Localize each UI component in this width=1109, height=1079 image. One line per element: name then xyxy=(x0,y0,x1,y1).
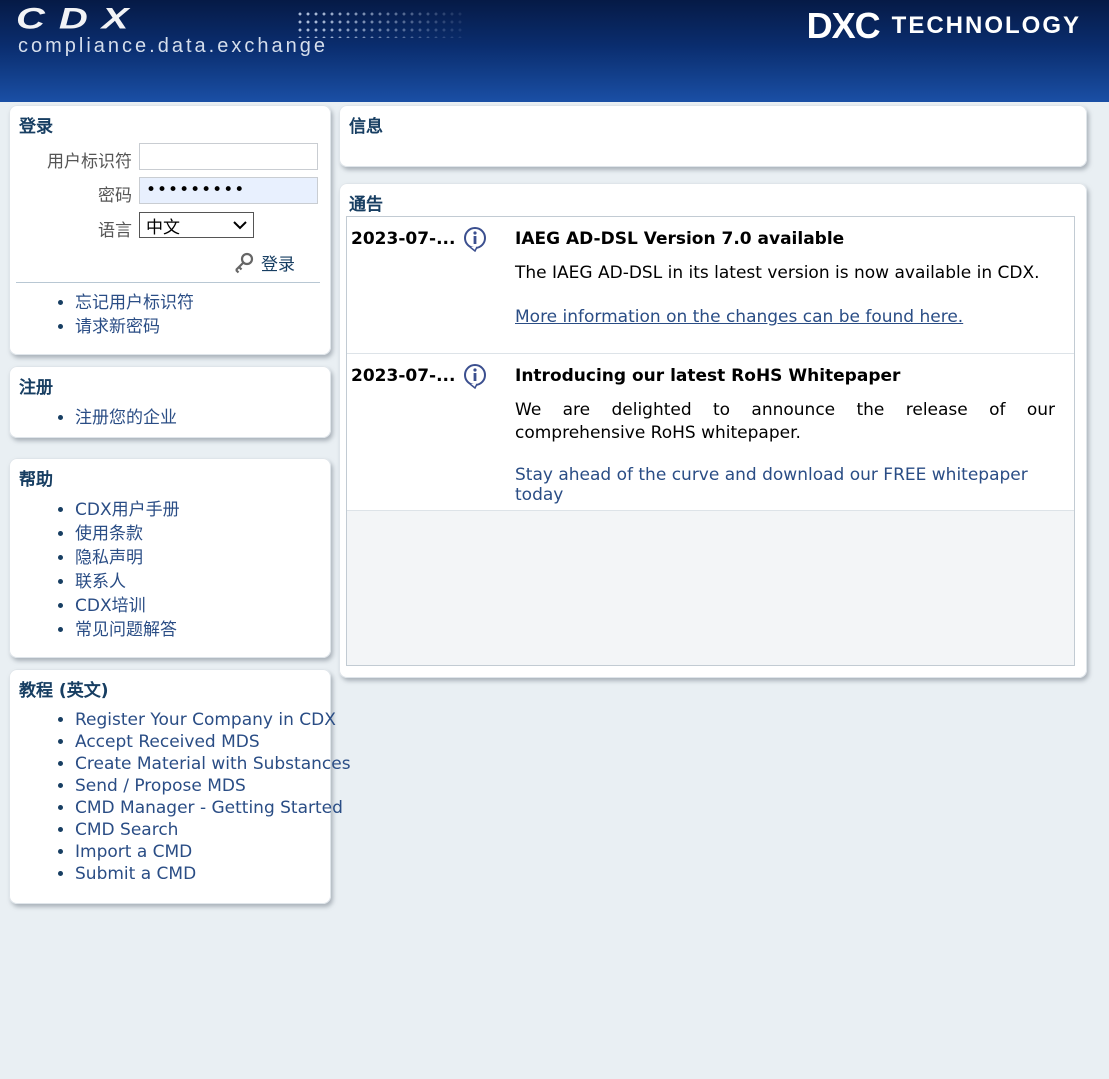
cdx-logo[interactable]: CDX compliance.data.exchange xyxy=(16,2,466,57)
tutorials-panel: 教程 (英文) Register Your Company in CDX Acc… xyxy=(9,669,351,904)
help-link-terms[interactable]: 使用条款 xyxy=(75,522,180,546)
announcement-link[interactable]: Stay ahead of the curve and download our… xyxy=(515,465,1074,505)
announcements-list: 2023-07-... IAEG AD-DSL Version 7.0 avai… xyxy=(346,216,1075,666)
password-label: 密码 xyxy=(98,186,132,206)
tutorial-link[interactable]: Submit a CMD xyxy=(75,863,351,885)
announcement-title: IAEG AD-DSL Version 7.0 available xyxy=(515,229,845,249)
info-icon[interactable] xyxy=(462,226,488,252)
cdx-logo-dots xyxy=(296,10,466,38)
announcement-date: 2023-07-... xyxy=(351,229,456,249)
info-title: 信息 xyxy=(349,117,383,137)
announcement-body: The IAEG AD-DSL in its latest version is… xyxy=(515,263,1040,283)
cdx-logo-mark: CDX xyxy=(16,2,143,36)
cdx-tagline: compliance.data.exchange xyxy=(18,35,328,57)
register-links: 注册您的企业 xyxy=(9,406,177,430)
tutorial-link[interactable]: CMD Search xyxy=(75,819,351,841)
dxc-logo-mark: DXC xyxy=(806,5,881,46)
help-link-user-manual[interactable]: CDX用户手册 xyxy=(75,498,180,522)
password-input[interactable]: ••••••••• xyxy=(139,177,318,204)
page-header: CDX compliance.data.exchange DXC TECHNOL… xyxy=(0,0,1109,102)
language-label: 语言 xyxy=(98,221,132,241)
announcement-item: 2023-07-... Introducing our latest RoHS … xyxy=(347,354,1074,511)
info-icon[interactable] xyxy=(462,363,488,389)
forgot-user-id-link[interactable]: 忘记用户标识符 xyxy=(75,291,194,315)
login-button[interactable]: 登录 xyxy=(233,250,295,275)
language-selected-value: 中文 xyxy=(146,217,180,238)
login-panel: 登录 用户标识符 密码 ••••••••• 语言 中文 登录 忘记用户标识符 请… xyxy=(9,105,331,355)
tutorial-link[interactable]: Import a CMD xyxy=(75,841,351,863)
user-id-label: 用户标识符 xyxy=(47,152,132,172)
dxc-logo-text: TECHNOLOGY xyxy=(891,12,1081,39)
user-id-input[interactable] xyxy=(139,143,318,170)
announcements-title: 通告 xyxy=(349,195,383,215)
announcement-link[interactable]: More information on the changes can be f… xyxy=(515,307,963,327)
chevron-down-icon xyxy=(233,221,247,230)
register-title: 注册 xyxy=(19,378,53,398)
help-link-privacy[interactable]: 隐私声明 xyxy=(75,546,180,570)
tutorial-link[interactable]: Register Your Company in CDX xyxy=(75,709,351,731)
login-links: 忘记用户标识符 请求新密码 xyxy=(9,291,194,339)
register-panel: 注册 注册您的企业 xyxy=(9,366,331,438)
help-panel: 帮助 CDX用户手册 使用条款 隐私声明 联系人 CDX培训 常见问题解答 xyxy=(9,458,331,658)
announcement-date: 2023-07-... xyxy=(351,366,456,386)
help-links: CDX用户手册 使用条款 隐私声明 联系人 CDX培训 常见问题解答 xyxy=(9,498,180,642)
help-title: 帮助 xyxy=(19,470,53,490)
help-link-training[interactable]: CDX培训 xyxy=(75,594,180,618)
info-panel: 信息 xyxy=(339,105,1087,167)
help-link-faq[interactable]: 常见问题解答 xyxy=(75,618,180,642)
tutorial-link[interactable]: CMD Manager - Getting Started xyxy=(75,797,351,819)
tutorial-link[interactable]: Accept Received MDS xyxy=(75,731,351,753)
register-company-link[interactable]: 注册您的企业 xyxy=(75,406,177,430)
announcement-title: Introducing our latest RoHS Whitepaper xyxy=(515,366,901,386)
language-select[interactable]: 中文 xyxy=(139,212,254,238)
login-button-label: 登录 xyxy=(261,255,295,275)
login-title: 登录 xyxy=(19,117,53,137)
tutorials-links: Register Your Company in CDX Accept Rece… xyxy=(9,709,351,885)
login-divider xyxy=(16,282,320,283)
key-icon xyxy=(235,252,254,273)
tutorial-link[interactable]: Create Material with Substances xyxy=(75,753,351,775)
tutorials-title: 教程 (英文) xyxy=(19,681,109,701)
dxc-logo[interactable]: DXC TECHNOLOGY xyxy=(807,8,1081,44)
help-link-contacts[interactable]: 联系人 xyxy=(75,570,180,594)
request-new-password-link[interactable]: 请求新密码 xyxy=(75,315,194,339)
tutorial-link[interactable]: Send / Propose MDS xyxy=(75,775,351,797)
announcement-item: 2023-07-... IAEG AD-DSL Version 7.0 avai… xyxy=(347,217,1074,354)
announcement-body: We are delighted to announce the release… xyxy=(515,400,1055,443)
